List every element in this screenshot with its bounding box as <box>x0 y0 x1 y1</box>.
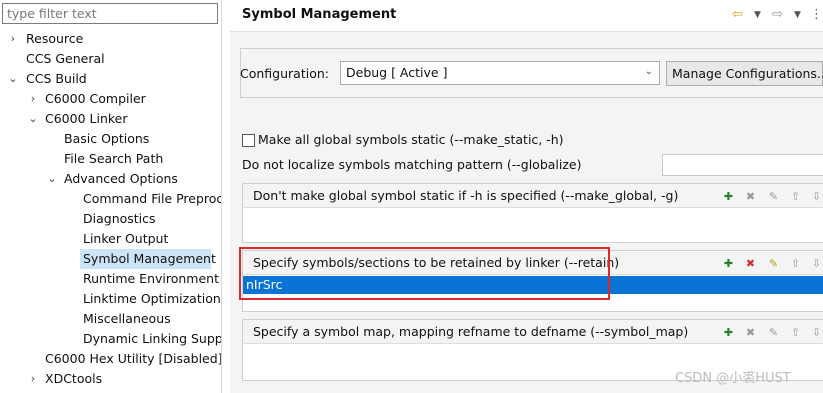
tree-item-label: C6000 Compiler <box>45 91 146 106</box>
chevron-down-icon[interactable]: ▼ <box>794 7 801 23</box>
move-down-icon[interactable]: ⇩ <box>809 325 823 340</box>
chevron-right-icon[interactable]: › <box>27 369 39 389</box>
tree-item-label: Linker Output <box>83 231 169 246</box>
tree-item-dynamic-linking[interactable]: Dynamic Linking Suppo <box>0 329 222 349</box>
tree-item-symbol-management[interactable]: Symbol Management <box>80 249 216 269</box>
tree-item-label: Runtime Environment <box>83 271 219 286</box>
tree-item-label: Diagnostics <box>83 211 156 226</box>
tree-item-label: XDCtools <box>45 371 103 386</box>
configuration-label: Configuration: <box>240 66 329 81</box>
configuration-value: Debug [ Active ] <box>346 65 448 80</box>
delete-icon[interactable]: ✖ <box>743 189 758 204</box>
tree-item-label: Miscellaneous <box>83 311 171 326</box>
chevron-down-icon[interactable]: ⌄ <box>7 69 19 89</box>
tree-item-label: C6000 Hex Utility [Disabled] <box>45 351 222 366</box>
tree-item-xdctools[interactable]: › XDCtools <box>0 369 221 389</box>
tree-item-label: Advanced Options <box>64 171 178 186</box>
edit-icon[interactable]: ✎ <box>766 256 781 271</box>
tree-item-label: C6000 Linker <box>45 111 128 126</box>
tree-item-command-file[interactable]: Command File Preproce <box>0 189 222 209</box>
back-arrow-icon[interactable]: ⇦ <box>732 7 743 23</box>
tree-item-label: Dynamic Linking Suppo <box>83 331 222 346</box>
move-up-icon[interactable]: ⇧ <box>788 325 803 340</box>
list-title: Don't make global symbol static if -h is… <box>253 188 679 203</box>
list-header: Don't make global symbol static if -h is… <box>243 184 823 208</box>
delete-icon[interactable]: ✖ <box>743 256 758 271</box>
add-icon[interactable]: ✚ <box>721 256 736 271</box>
make-global-list: Don't make global symbol static if -h is… <box>242 183 823 243</box>
tree-item-c6000-compiler[interactable]: › C6000 Compiler <box>0 89 221 109</box>
tree-item-basic-options[interactable]: Basic Options <box>0 129 221 149</box>
move-down-icon[interactable]: ⇩ <box>809 189 823 204</box>
tree-item-label: Linktime Optimization <box>83 291 221 306</box>
delete-icon[interactable]: ✖ <box>743 325 758 340</box>
tree-item-runtime-environment[interactable]: Runtime Environment <box>0 269 221 289</box>
watermark: CSDN @小裘HUST <box>675 371 791 386</box>
forward-arrow-icon[interactable]: ⇨ <box>772 7 783 23</box>
make-static-checkbox[interactable] <box>242 134 255 147</box>
make-static-label: Make all global symbols static (--make_s… <box>258 132 564 147</box>
move-down-icon[interactable]: ⇩ <box>809 256 823 271</box>
tree-item-label: CCS Build <box>26 71 87 86</box>
tree-item-resource[interactable]: › Resource <box>0 29 221 49</box>
add-icon[interactable]: ✚ <box>721 189 736 204</box>
add-icon[interactable]: ✚ <box>721 325 736 340</box>
chevron-down-icon[interactable]: ▼ <box>754 7 761 23</box>
configuration-select[interactable]: Debug [ Active ] ⌄ <box>340 61 660 85</box>
tree-item-label: Symbol Management <box>83 251 216 266</box>
tree-item-file-search-path[interactable]: File Search Path <box>0 149 221 169</box>
chevron-right-icon[interactable]: › <box>7 29 19 49</box>
move-up-icon[interactable]: ⇧ <box>788 256 803 271</box>
more-options-icon[interactable]: ⋮ <box>810 7 823 23</box>
chevron-down-icon[interactable]: ⌄ <box>46 169 58 189</box>
tree-item-label: Basic Options <box>64 131 150 146</box>
globalize-label: Do not localize symbols matching pattern… <box>242 157 582 172</box>
filter-input[interactable] <box>2 3 218 24</box>
tree-item-label: CCS General <box>26 51 105 66</box>
tree-item-ccs-build[interactable]: ⌄ CCS Build <box>0 69 221 89</box>
tree-item-label: Command File Preproce <box>83 191 222 206</box>
tree-item-label: File Search Path <box>64 151 164 166</box>
preferences-tree-panel: › Resource CCS General ⌄ CCS Build › C60… <box>0 0 222 393</box>
move-up-icon[interactable]: ⇧ <box>788 189 803 204</box>
symbol-management-page: Symbol Management ⇦ ▼ ⇨ ▼ ⋮ Configuratio… <box>230 0 823 393</box>
tree-item-label: Resource <box>26 31 84 46</box>
edit-icon[interactable]: ✎ <box>766 189 781 204</box>
manage-configurations-button[interactable]: Manage Configurations... <box>666 61 823 86</box>
tree-item-linker-output[interactable]: Linker Output <box>0 229 221 249</box>
tree-item-diagnostics[interactable]: Diagnostics <box>0 209 221 229</box>
tree-item-miscellaneous[interactable]: Miscellaneous <box>0 309 221 329</box>
tree-item-ccs-general[interactable]: CCS General <box>0 49 221 69</box>
page-header: Symbol Management ⇦ ▼ ⇨ ▼ ⋮ <box>230 0 823 32</box>
chevron-right-icon[interactable]: › <box>27 89 39 109</box>
chevron-down-icon[interactable]: ⌄ <box>27 109 39 129</box>
tree-item-c6000-linker[interactable]: ⌄ C6000 Linker <box>0 109 221 129</box>
tree-item-hex-utility[interactable]: C6000 Hex Utility [Disabled] <box>0 349 222 369</box>
list-header: Specify a symbol map, mapping refname to… <box>243 320 823 344</box>
list-title: Specify a symbol map, mapping refname to… <box>253 324 689 339</box>
globalize-input[interactable] <box>662 154 823 176</box>
tree-item-advanced-options[interactable]: ⌄ Advanced Options <box>0 169 221 189</box>
tree-item-linktime-optimization[interactable]: Linktime Optimization <box>0 289 221 309</box>
page-title: Symbol Management <box>242 7 397 22</box>
annotation-highlight-box <box>239 247 610 300</box>
chevron-down-icon: ⌄ <box>644 66 653 77</box>
edit-icon[interactable]: ✎ <box>766 325 781 340</box>
